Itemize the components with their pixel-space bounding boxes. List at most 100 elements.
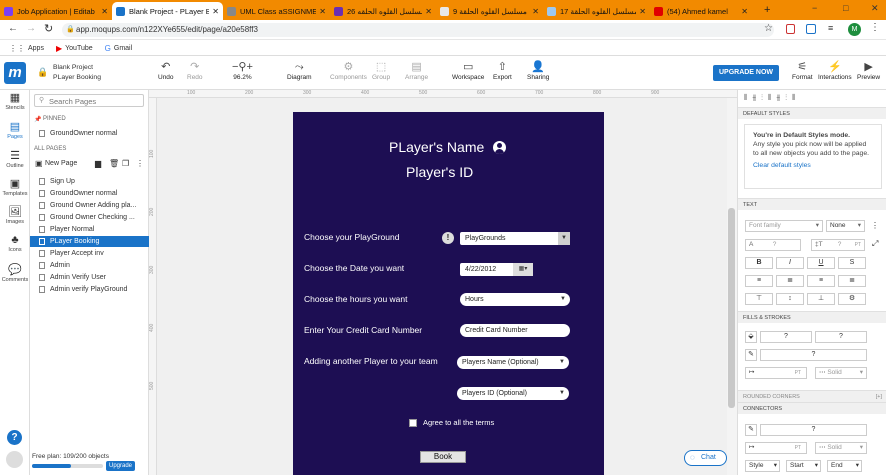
toolbar-interactions[interactable]: ⚡ Interactions bbox=[818, 61, 852, 81]
url-field[interactable]: 🔒 app.moqups.com/n122XYe655/edit/page/a2… bbox=[62, 23, 774, 37]
extension-shield-icon[interactable] bbox=[786, 24, 795, 34]
browser-tab[interactable]: Blank Project - PLayer B ✕ bbox=[112, 2, 223, 20]
connector-color-field[interactable]: ? bbox=[760, 424, 867, 436]
align-top-icon[interactable]: ⊤ bbox=[745, 293, 773, 305]
align-justify-icon[interactable]: ≣ bbox=[838, 275, 866, 287]
clear-default-styles-link[interactable]: Clear default styles bbox=[753, 161, 873, 170]
players-name-select[interactable]: Players Name (Optional) ▼ bbox=[457, 356, 569, 369]
font-weight-select[interactable]: None ▾ bbox=[826, 220, 865, 232]
bookmark-apps[interactable]: ⋮⋮ Apps bbox=[9, 44, 44, 53]
close-tab-icon[interactable]: ✕ bbox=[425, 7, 432, 16]
page-item[interactable]: Ground Owner Adding pla... bbox=[30, 200, 149, 211]
toolbar-export[interactable]: ⇧ Export bbox=[493, 61, 512, 81]
agree-checkbox[interactable] bbox=[409, 419, 417, 427]
rail-stencils[interactable]: ▦ Stencils bbox=[0, 92, 30, 111]
fill-bucket-icon[interactable]: ⬙ bbox=[745, 331, 757, 343]
fill-opacity-field[interactable]: ? bbox=[815, 331, 867, 343]
rail-comments[interactable]: 💬 Comments bbox=[0, 264, 30, 283]
align-bottom-icon[interactable]: ⊥ bbox=[807, 293, 835, 305]
bookmark-youtube[interactable]: ▶ YouTube bbox=[56, 44, 93, 53]
rail-pages[interactable]: ▤ Pages bbox=[0, 121, 30, 140]
page-item[interactable]: Admin Verify User bbox=[30, 272, 149, 283]
close-tab-icon[interactable]: ✕ bbox=[741, 7, 748, 16]
align-center-icon[interactable]: ≣ bbox=[776, 275, 804, 287]
moqups-logo[interactable]: m bbox=[4, 62, 26, 84]
close-tab-icon[interactable]: ✕ bbox=[532, 7, 539, 16]
pinned-page-item[interactable]: GroundOwner normal bbox=[30, 128, 149, 139]
forward-arrow-icon[interactable]: → bbox=[26, 23, 36, 34]
strikethrough-icon[interactable]: S bbox=[838, 257, 866, 269]
toolbar-diagram[interactable]: ⤳ Diagram bbox=[287, 61, 312, 81]
user-avatar[interactable] bbox=[6, 451, 23, 468]
search-pages-input[interactable] bbox=[49, 96, 141, 106]
page-item[interactable]: Player Accept inv bbox=[30, 248, 149, 259]
more-options-icon[interactable]: ⋮ bbox=[136, 159, 144, 168]
close-tab-icon[interactable]: ✕ bbox=[639, 7, 646, 16]
connector-pen-icon[interactable]: ✎ bbox=[745, 424, 757, 436]
playground-select[interactable]: PlayGrounds ▼ bbox=[460, 232, 570, 245]
connector-width-field[interactable]: ↦ PT bbox=[745, 442, 807, 454]
browser-tab[interactable]: مسلسل القلوه الحلقة 17 ✕ bbox=[543, 2, 650, 20]
font-family-select[interactable]: Font family ▾ bbox=[745, 220, 823, 232]
back-arrow-icon[interactable]: ← bbox=[8, 23, 18, 34]
stroke-color-field[interactable]: ? bbox=[760, 349, 867, 361]
date-picker[interactable]: 4/22/2012 ▦▾ bbox=[460, 263, 533, 276]
page-item[interactable]: PLayer Booking bbox=[30, 236, 149, 247]
align-icons[interactable]: ⫴⫵⫶⫴⫵⫶⫴ bbox=[744, 93, 800, 103]
rail-icons[interactable]: ♣ Icons bbox=[0, 234, 30, 253]
more-text-icon[interactable]: ⋮ bbox=[871, 221, 879, 230]
bookmark-gmail[interactable]: G Gmail bbox=[105, 44, 133, 53]
browser-tab[interactable]: مسلسل القلوه الحلقة 9 ✕ bbox=[436, 2, 543, 20]
browser-tab[interactable]: UML Class aSSIGNMENT✕ bbox=[223, 2, 330, 20]
browser-tab[interactable]: (54) Ahmed kamel ✕ bbox=[650, 2, 752, 20]
underline-icon[interactable]: U bbox=[807, 257, 835, 269]
page-item[interactable]: Sign Up bbox=[30, 176, 149, 187]
delete-icon[interactable]: 🗑 bbox=[109, 159, 119, 168]
new-page-icon[interactable]: ▣ bbox=[35, 159, 43, 168]
line-height-field[interactable]: ‡T? PT bbox=[811, 239, 865, 251]
stroke-style-select[interactable]: ⋯ Solid ▾ bbox=[815, 367, 867, 379]
close-tab-icon[interactable]: ✕ bbox=[319, 7, 326, 16]
rail-templates[interactable]: ▣ Templates bbox=[0, 178, 30, 197]
close-tab-icon[interactable]: ✕ bbox=[101, 7, 108, 16]
mockup-frame[interactable]: PLayer's Name Player's ID Choose your Pl… bbox=[293, 112, 604, 475]
connector-style-select[interactable]: ⋯ Solid ▾ bbox=[815, 442, 867, 454]
close-tab-icon[interactable]: ✕ bbox=[212, 7, 219, 16]
expand-icon[interactable]: ⤢ bbox=[872, 239, 878, 249]
profile-avatar[interactable]: M bbox=[848, 23, 861, 36]
help-icon[interactable]: ? bbox=[7, 430, 22, 445]
toolbar-preview[interactable]: ▶ Preview bbox=[857, 61, 880, 81]
toolbar-96-2-[interactable]: −⚲+ 96.2% bbox=[232, 61, 253, 81]
connector-start-dropdown[interactable]: Start ▾ bbox=[786, 460, 821, 472]
stroke-width-field[interactable]: ↦ PT bbox=[745, 367, 807, 379]
close-window-button[interactable]: ✕ bbox=[871, 3, 879, 14]
page-item[interactable]: Admin bbox=[30, 260, 149, 271]
browser-menu-icon[interactable]: ⋮ bbox=[870, 22, 880, 33]
align-left-icon[interactable]: ≡ bbox=[745, 275, 773, 287]
scrollbar-thumb[interactable] bbox=[728, 208, 735, 408]
stroke-pen-icon[interactable]: ✎ bbox=[745, 349, 757, 361]
credit-card-input[interactable]: Credit Card Number bbox=[460, 324, 570, 337]
extension-icon[interactable] bbox=[806, 24, 816, 34]
minimize-window-button[interactable]: − bbox=[812, 3, 817, 13]
reading-list-icon[interactable]: ≡ bbox=[828, 23, 833, 33]
browser-tab[interactable]: Job Application | Editab ✕ bbox=[0, 2, 112, 20]
calendar-icon[interactable]: ▦▾ bbox=[513, 263, 533, 276]
toolbar-undo[interactable]: ↶ Undo bbox=[158, 61, 174, 81]
text-settings-icon[interactable]: ⚙ bbox=[838, 293, 866, 305]
page-item[interactable]: GroundOwner normal bbox=[30, 188, 149, 199]
fill-color-field[interactable]: ? bbox=[760, 331, 812, 343]
toolbar-format[interactable]: ⚟ Format bbox=[792, 61, 813, 81]
font-size-field[interactable]: A? bbox=[745, 239, 801, 251]
toolbar-sharing[interactable]: 👤 Sharing bbox=[527, 61, 549, 81]
new-page-button[interactable]: New Page bbox=[45, 160, 77, 167]
align-right-icon[interactable]: ≡ bbox=[807, 275, 835, 287]
align-middle-icon[interactable]: ↕ bbox=[776, 293, 804, 305]
vertical-scrollbar[interactable] bbox=[727, 98, 737, 475]
page-item[interactable]: Player Normal bbox=[30, 224, 149, 235]
hours-select[interactable]: Hours ▼ bbox=[460, 293, 570, 306]
bold-icon[interactable]: B bbox=[745, 257, 773, 269]
bookmark-star-icon[interactable]: ☆ bbox=[764, 23, 773, 34]
italic-icon[interactable]: I bbox=[776, 257, 804, 269]
page-item[interactable]: Ground Owner Checking ... bbox=[30, 212, 149, 223]
